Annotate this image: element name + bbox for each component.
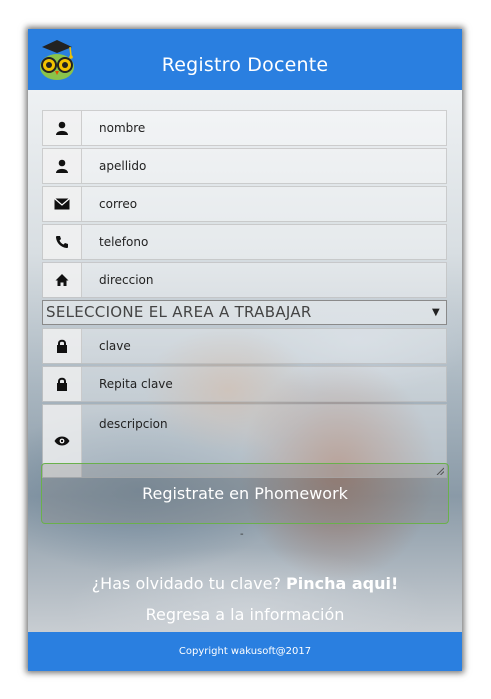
forgot-password-link[interactable]: Pincha aqui! <box>286 574 398 593</box>
caret-down-icon: ▼ <box>432 307 440 318</box>
separator-dash: - <box>240 529 244 540</box>
password-input[interactable] <box>89 329 446 363</box>
address-input[interactable] <box>89 263 446 297</box>
forgot-password-line: ¿Has olvidado tu clave? Pincha aqui! <box>28 574 462 593</box>
area-select[interactable]: SELECCIONE EL AREA A TRABAJAR ▼ <box>42 300 447 325</box>
area-select-value: SELECCIONE EL AREA A TRABAJAR <box>46 303 312 321</box>
register-button[interactable]: Registrate en Phomework <box>41 463 449 524</box>
home-icon <box>43 263 82 297</box>
lastname-input[interactable] <box>89 149 446 183</box>
registration-form: SELECCIONE EL AREA A TRABAJAR ▼ <box>42 110 447 480</box>
lastname-field-row <box>42 148 447 184</box>
back-to-info-link[interactable]: Regresa a la información <box>28 605 462 624</box>
user-icon <box>43 149 82 183</box>
phone-icon <box>43 225 82 259</box>
footer-copyright: Copyright wakusoft@2017 <box>28 632 462 671</box>
lock-icon <box>43 367 82 401</box>
app-window: Registro Docente nombre apellido correo … <box>28 29 462 671</box>
envelope-icon <box>43 187 82 221</box>
header-bar: Registro Docente <box>28 29 462 90</box>
password-field-row <box>42 328 447 364</box>
repeat-password-field-row <box>42 366 447 402</box>
forgot-password-text: ¿Has olvidado tu clave? <box>91 574 281 593</box>
user-icon <box>43 111 82 145</box>
page-title: Registro Docente <box>161 54 329 76</box>
email-input[interactable] <box>89 187 446 221</box>
phone-field-row <box>42 224 447 260</box>
repeat-password-input[interactable] <box>89 367 446 401</box>
phone-input[interactable] <box>89 225 446 259</box>
address-field-row <box>42 262 447 298</box>
name-field-row <box>42 110 447 146</box>
email-field-row <box>42 186 447 222</box>
name-input[interactable] <box>89 111 446 145</box>
lock-icon <box>43 329 82 363</box>
